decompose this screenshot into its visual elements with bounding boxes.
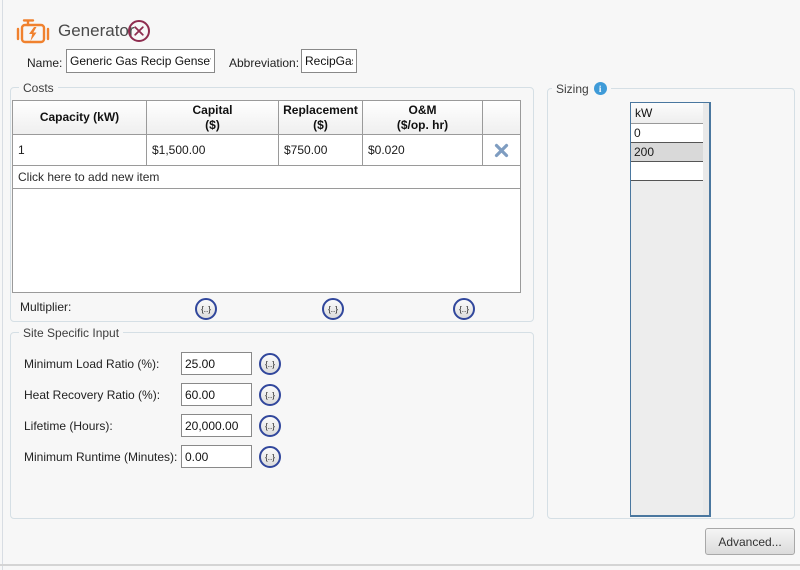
generator-panel: Generator Name: Abbreviation: Costs Capa… — [0, 0, 800, 570]
name-input[interactable] — [66, 49, 215, 73]
name-label: Name: — [27, 56, 62, 70]
costs-table-empty-area — [13, 189, 520, 292]
minimum-runtime-input[interactable] — [181, 445, 252, 468]
sizing-row[interactable] — [631, 162, 704, 181]
minimum-load-ratio-label: Minimum Load Ratio (%): — [24, 357, 159, 371]
page-title: Generator — [58, 21, 135, 41]
advanced-button[interactable]: Advanced... — [705, 528, 795, 555]
abbreviation-input[interactable] — [301, 49, 357, 73]
sizing-row-selected[interactable]: 200 — [631, 143, 704, 162]
capacity-cell[interactable]: 1 — [13, 135, 147, 165]
om-cell[interactable]: $0.020 — [363, 135, 483, 165]
column-header-capacity: Capacity (kW) — [13, 101, 147, 134]
column-header-capital: Capital ($) — [147, 101, 279, 134]
replacement-cell[interactable]: $750.00 — [279, 135, 363, 165]
sizing-row[interactable]: 0 — [631, 124, 704, 143]
sizing-group-label: Sizing — [556, 82, 589, 96]
generator-icon — [14, 16, 52, 48]
minimum-load-ratio-input[interactable] — [181, 352, 252, 375]
column-header-replacement-line2: ($) — [313, 118, 328, 133]
costs-table: Capacity (kW) Capital ($) Replacement ($… — [12, 100, 521, 293]
abbreviation-label: Abbreviation: — [229, 56, 299, 70]
om-multiplier-button[interactable]: {..} — [453, 298, 475, 320]
heat-recovery-ratio-ellipsis-button[interactable]: {..} — [259, 384, 281, 406]
column-header-replacement: Replacement ($) — [279, 101, 363, 134]
column-header-om-line2: ($/op. hr) — [397, 118, 448, 133]
add-new-item-row[interactable]: Click here to add new item — [13, 166, 520, 189]
lifetime-ellipsis-button[interactable]: {..} — [259, 415, 281, 437]
column-header-replacement-line1: Replacement — [283, 103, 358, 118]
sizing-scrollbar-strip — [703, 103, 709, 515]
replacement-multiplier-button[interactable]: {..} — [322, 298, 344, 320]
delete-x-icon — [494, 143, 509, 158]
column-header-capacity-line1: Capacity (kW) — [40, 110, 119, 125]
capital-cell[interactable]: $1,500.00 — [147, 135, 279, 165]
delete-row-button[interactable] — [483, 135, 520, 165]
heat-recovery-ratio-input[interactable] — [181, 383, 252, 406]
lifetime-label: Lifetime (Hours): — [24, 419, 113, 433]
close-icon[interactable] — [127, 19, 151, 43]
site-specific-group-label: Site Specific Input — [19, 325, 123, 340]
heat-recovery-ratio-label: Heat Recovery Ratio (%): — [24, 388, 160, 402]
column-header-om: O&M ($/op. hr) — [363, 101, 483, 134]
window-edge-line — [2, 0, 3, 570]
sizing-table-empty-area — [631, 181, 704, 515]
lifetime-input[interactable] — [181, 414, 252, 437]
bottom-divider — [0, 564, 800, 566]
costs-table-header: Capacity (kW) Capital ($) Replacement ($… — [13, 101, 520, 135]
costs-group-label: Costs — [19, 80, 58, 95]
costs-table-row: 1 $1,500.00 $750.00 $0.020 — [13, 135, 520, 166]
sizing-column-header: kW — [631, 103, 704, 124]
column-header-capital-line2: ($) — [205, 118, 220, 133]
info-icon[interactable]: i — [594, 82, 607, 95]
sizing-table: kW 0 200 — [630, 102, 711, 517]
minimum-runtime-label: Minimum Runtime (Minutes): — [24, 450, 177, 464]
capital-multiplier-button[interactable]: {..} — [195, 298, 217, 320]
column-header-capital-line1: Capital — [192, 103, 232, 118]
column-header-om-line1: O&M — [409, 103, 437, 118]
minimum-load-ratio-ellipsis-button[interactable]: {..} — [259, 353, 281, 375]
multiplier-label: Multiplier: — [20, 300, 71, 314]
minimum-runtime-ellipsis-button[interactable]: {..} — [259, 446, 281, 468]
column-header-actions — [483, 101, 520, 134]
